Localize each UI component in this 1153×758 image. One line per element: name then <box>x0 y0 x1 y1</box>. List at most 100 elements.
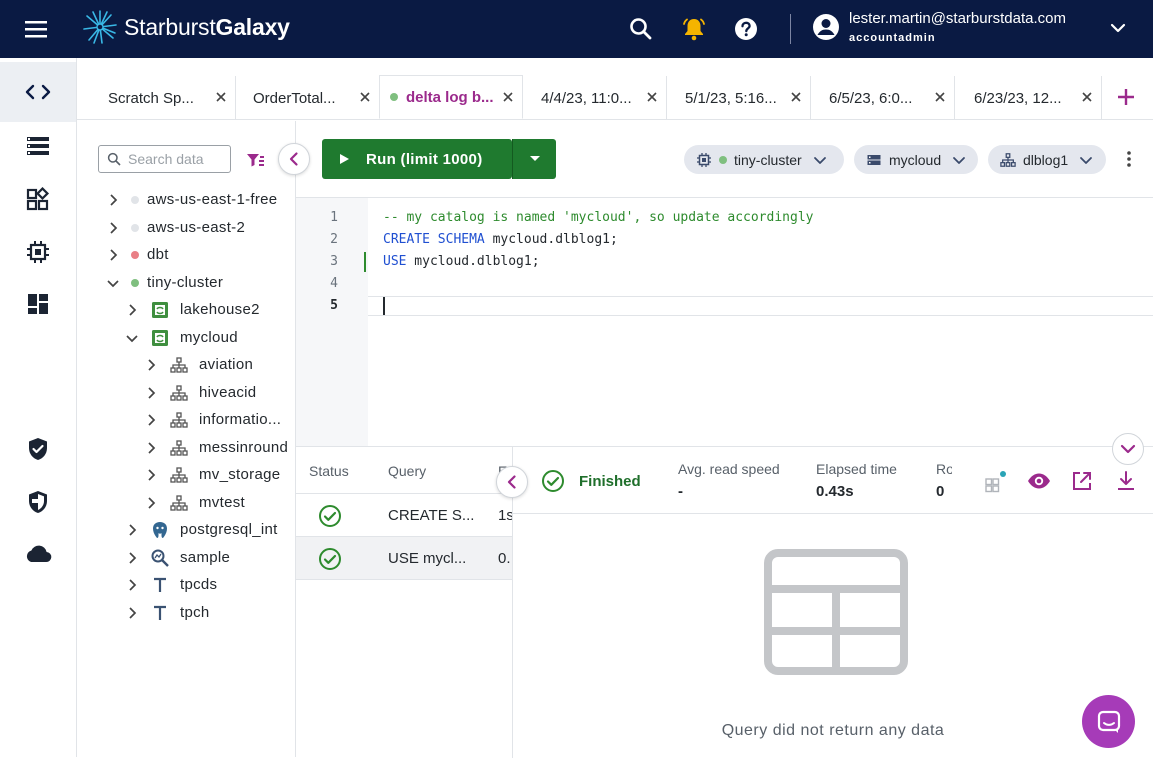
rail-clusters[interactable] <box>0 222 76 282</box>
rail-access-control[interactable] <box>0 472 76 532</box>
results-panel: Status Query E CREATE S... 1s USE mycl..… <box>296 433 1153 758</box>
user-role[interactable]: accountadmin <box>849 32 936 44</box>
tree-item[interactable]: sample <box>124 544 230 571</box>
search-input[interactable] <box>128 151 228 167</box>
empty-result: Query did not return any data <box>513 514 1153 758</box>
chevron-right-icon <box>110 248 118 261</box>
rail-dashboard[interactable] <box>0 274 76 334</box>
schema-selector[interactable]: dlblog1 <box>988 145 1106 174</box>
run-label: Run (limit 1000) <box>366 150 483 168</box>
run-button[interactable]: Run (limit 1000) <box>322 139 556 179</box>
tree-item[interactable]: aws-us-east-2 <box>105 214 245 241</box>
tree-item[interactable]: mycloud <box>124 324 238 351</box>
tree-item[interactable]: aviation <box>143 351 253 378</box>
code-line-1[interactable]: -- my catalog is named 'mycloud', so upd… <box>383 210 813 225</box>
run-options-button[interactable] <box>512 139 556 179</box>
close-icon[interactable] <box>215 91 227 103</box>
tab-4-4-23[interactable]: 4/4/23, 11:0... <box>523 76 667 120</box>
cloud-icon <box>26 545 52 563</box>
query-text: CREATE S... <box>388 507 475 524</box>
tab-delta-log[interactable]: delta log b... <box>379 75 523 119</box>
close-icon[interactable] <box>502 91 514 103</box>
rail-security[interactable] <box>0 419 76 479</box>
collapse-history-button[interactable] <box>496 466 528 498</box>
help-icon[interactable] <box>733 16 759 42</box>
code-line-2[interactable]: CREATE SCHEMA mycloud.dlblog1; <box>383 232 618 247</box>
tab-order-total[interactable]: OrderTotal... <box>236 76 380 120</box>
table-row[interactable]: USE mycl... 0. <box>296 537 512 580</box>
tree-item[interactable]: lakehouse2 <box>124 296 260 323</box>
filter-list-icon[interactable] <box>245 150 265 170</box>
col-query: Query <box>388 463 427 479</box>
user-email[interactable]: lester.martin@starburstdata.com <box>849 10 1066 27</box>
line-number: 2 <box>330 232 338 247</box>
text-caret <box>383 297 385 315</box>
close-icon[interactable] <box>646 91 658 103</box>
server-icon <box>867 154 881 165</box>
tree-item[interactable]: mvtest <box>143 489 245 516</box>
search-icon[interactable] <box>628 16 654 42</box>
menu-icon[interactable] <box>23 17 51 41</box>
sql-editor[interactable]: 1 2 3 4 5 -- my catalog is named 'myclou… <box>296 198 1153 446</box>
query-elapsed: 1s <box>498 507 513 524</box>
result-header: Finished Avg. read speed - Elapsed time … <box>513 447 1153 514</box>
download-icon[interactable] <box>1115 470 1137 492</box>
eye-icon[interactable] <box>1027 470 1050 492</box>
chevron-down-icon <box>953 156 966 164</box>
table-row[interactable]: CREATE S... 1s <box>296 494 513 537</box>
collapse-sidebar-button[interactable] <box>278 143 310 175</box>
tree-item[interactable]: dbt <box>105 241 169 268</box>
status-dot <box>131 250 139 259</box>
chevron-down-icon <box>813 156 826 164</box>
tab-5-1-23[interactable]: 5/1/23, 5:16... <box>667 76 811 120</box>
tab-6-23-23[interactable]: 6/23/23, 12... <box>955 76 1102 120</box>
support-chat-button[interactable] <box>1082 695 1135 748</box>
more-options-icon[interactable] <box>1121 149 1137 169</box>
notification-bell-icon[interactable] <box>681 16 707 42</box>
grid-view-icon[interactable] <box>983 470 1006 493</box>
starburst-logo[interactable]: StarburstGalaxy <box>82 9 290 45</box>
rail-cloud[interactable] <box>0 524 76 584</box>
cluster-selector[interactable]: tiny-cluster <box>684 145 844 174</box>
tree-item[interactable]: aws-us-east-1-free <box>105 186 277 213</box>
close-icon[interactable] <box>934 91 946 103</box>
rail-catalogs[interactable] <box>0 116 76 176</box>
tree-item[interactable]: hiveacid <box>143 379 256 406</box>
toggle-results-button[interactable] <box>1112 433 1144 465</box>
catalog-selector[interactable]: mycloud <box>854 145 978 174</box>
close-icon[interactable] <box>790 91 802 103</box>
widgets-icon <box>26 187 50 211</box>
chevron-right-icon <box>129 578 137 591</box>
tree-item[interactable]: tpch <box>124 599 210 626</box>
catalog-label: mycloud <box>889 151 942 168</box>
chevron-right-icon <box>110 193 118 206</box>
caret-down-icon <box>529 156 540 161</box>
rows-count: Ro 0 <box>936 461 952 500</box>
close-icon[interactable] <box>359 91 371 103</box>
chevron-right-icon <box>148 496 156 509</box>
tree-item[interactable]: tiny-cluster <box>105 269 223 296</box>
rail-query-editor[interactable] <box>0 62 76 122</box>
tree-item[interactable]: messinround <box>143 434 288 461</box>
rail-data-products[interactable] <box>0 169 76 229</box>
tree-item[interactable]: tpcds <box>124 571 217 598</box>
code-icon <box>25 84 51 100</box>
code-line-3[interactable]: USE mycloud.dlblog1; <box>383 254 540 269</box>
open-external-icon[interactable] <box>1071 470 1093 492</box>
cluster-label: tiny-cluster <box>734 151 802 168</box>
tree-item[interactable]: informatio... <box>143 406 296 433</box>
logo-text: StarburstGalaxy <box>124 13 290 40</box>
avatar-icon[interactable] <box>812 13 840 41</box>
current-line-highlight <box>368 296 1153 316</box>
add-tab-icon[interactable] <box>1116 87 1136 107</box>
close-icon[interactable] <box>1081 91 1093 103</box>
chevron-down-icon[interactable] <box>1108 18 1128 38</box>
tree-item[interactable]: mv_storage <box>143 461 280 488</box>
tab-6-5-23[interactable]: 6/5/23, 6:0... <box>811 76 955 120</box>
tab-scratch[interactable]: Scratch Sp... <box>91 76 236 120</box>
tree-item[interactable]: postgresql_int <box>124 516 278 543</box>
run-main-button[interactable]: Run (limit 1000) <box>322 139 512 179</box>
search-field[interactable] <box>98 145 231 173</box>
top-bar: StarburstGalaxy lester.martin@starburstd… <box>0 0 1153 58</box>
status-dot <box>131 223 139 232</box>
